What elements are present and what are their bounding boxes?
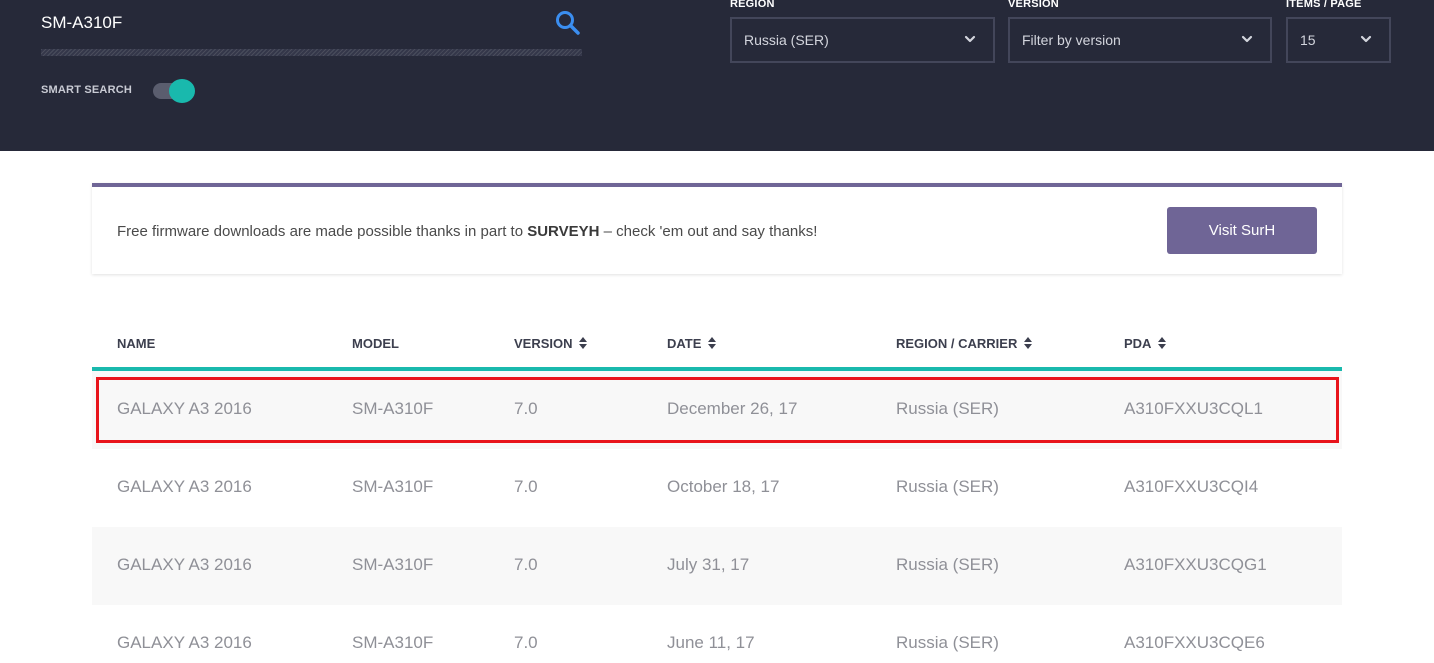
cell-version: 7.0 bbox=[514, 399, 538, 418]
sponsor-text-after: – check 'em out and say thanks! bbox=[599, 223, 818, 240]
cell-date: July 31, 17 bbox=[667, 555, 750, 574]
header-region[interactable]: REGION / CARRIER bbox=[896, 336, 1032, 351]
chevron-down-icon bbox=[964, 35, 976, 43]
cell-model: SM-A310F bbox=[352, 399, 434, 418]
smart-search-toggle[interactable] bbox=[153, 79, 197, 103]
items-per-page-select[interactable]: 15 bbox=[1286, 17, 1391, 63]
search-underline bbox=[41, 49, 582, 56]
header-date[interactable]: DATE bbox=[667, 336, 717, 351]
top-bar: SMART SEARCH REGION Russia (SER) VERSION… bbox=[0, 0, 1434, 151]
items-per-page-value: 15 bbox=[1300, 32, 1316, 48]
table-row[interactable]: GALAXY A3 2016 SM-A310F 7.0 July 31, 17 … bbox=[92, 527, 1342, 605]
chevron-down-icon bbox=[1241, 35, 1253, 43]
cell-pda: A310FXXU3CQI4 bbox=[1124, 477, 1259, 496]
cell-date: October 18, 17 bbox=[667, 477, 780, 496]
chevron-down-icon bbox=[1360, 35, 1372, 43]
cell-name: GALAXY A3 2016 bbox=[117, 633, 252, 652]
cell-version: 7.0 bbox=[514, 477, 538, 496]
cell-version: 7.0 bbox=[514, 555, 538, 574]
cell-name: GALAXY A3 2016 bbox=[117, 477, 252, 496]
cell-date: June 11, 17 bbox=[667, 633, 755, 652]
header-region-label: REGION / CARRIER bbox=[896, 336, 1018, 351]
sponsor-banner: Free firmware downloads are made possibl… bbox=[92, 183, 1342, 274]
header-model: MODEL bbox=[352, 336, 399, 351]
cell-version: 7.0 bbox=[514, 633, 538, 652]
cell-region: Russia (SER) bbox=[896, 477, 999, 496]
table-row[interactable]: GALAXY A3 2016 SM-A310F 7.0 December 26,… bbox=[92, 371, 1342, 449]
header-date-label: DATE bbox=[667, 336, 702, 351]
sort-icon bbox=[1023, 337, 1032, 349]
cell-date: December 26, 17 bbox=[667, 399, 798, 418]
version-select[interactable]: Filter by version bbox=[1008, 17, 1272, 63]
cell-pda: A310FXXU3CQL1 bbox=[1124, 399, 1263, 418]
cell-region: Russia (SER) bbox=[896, 633, 999, 652]
cell-region: Russia (SER) bbox=[896, 399, 999, 418]
items-per-page-label: ITEMS / PAGE bbox=[1286, 0, 1362, 10]
search-icon bbox=[556, 11, 580, 35]
smart-search-label: SMART SEARCH bbox=[41, 84, 133, 96]
cell-model: SM-A310F bbox=[352, 477, 434, 496]
search-input[interactable] bbox=[41, 12, 541, 34]
table-row[interactable]: GALAXY A3 2016 SM-A310F 7.0 June 11, 17 … bbox=[92, 605, 1342, 663]
header-version[interactable]: VERSION bbox=[514, 336, 588, 351]
cell-name: GALAXY A3 2016 bbox=[117, 555, 252, 574]
cell-pda: A310FXXU3CQE6 bbox=[1124, 633, 1265, 652]
cell-model: SM-A310F bbox=[352, 555, 434, 574]
table-row[interactable]: GALAXY A3 2016 SM-A310F 7.0 October 18, … bbox=[92, 449, 1342, 527]
cell-model: SM-A310F bbox=[352, 633, 434, 652]
table-header: NAME MODEL VERSION DATE REGION / CARRIER… bbox=[92, 322, 1342, 372]
toggle-knob bbox=[169, 79, 195, 103]
sort-icon bbox=[1157, 337, 1166, 349]
header-version-label: VERSION bbox=[514, 336, 573, 351]
version-value: Filter by version bbox=[1022, 32, 1121, 48]
cell-name: GALAXY A3 2016 bbox=[117, 399, 252, 418]
sponsor-brand: SURVEYH bbox=[527, 223, 600, 240]
header-pda[interactable]: PDA bbox=[1124, 336, 1166, 351]
header-name: NAME bbox=[117, 336, 156, 351]
sort-icon bbox=[579, 337, 588, 349]
visit-sponsor-button[interactable]: Visit SurH bbox=[1167, 207, 1317, 254]
cell-pda: A310FXXU3CQG1 bbox=[1124, 555, 1267, 574]
version-label: VERSION bbox=[1008, 0, 1059, 10]
region-label: REGION bbox=[730, 0, 775, 10]
sort-icon bbox=[708, 337, 717, 349]
sponsor-text-before: Free firmware downloads are made possibl… bbox=[117, 223, 528, 240]
region-value: Russia (SER) bbox=[744, 32, 829, 48]
sponsor-text: Free firmware downloads are made possibl… bbox=[117, 223, 817, 240]
region-select[interactable]: Russia (SER) bbox=[730, 17, 995, 63]
header-pda-label: PDA bbox=[1124, 336, 1151, 351]
cell-region: Russia (SER) bbox=[896, 555, 999, 574]
search-button[interactable] bbox=[555, 10, 581, 36]
